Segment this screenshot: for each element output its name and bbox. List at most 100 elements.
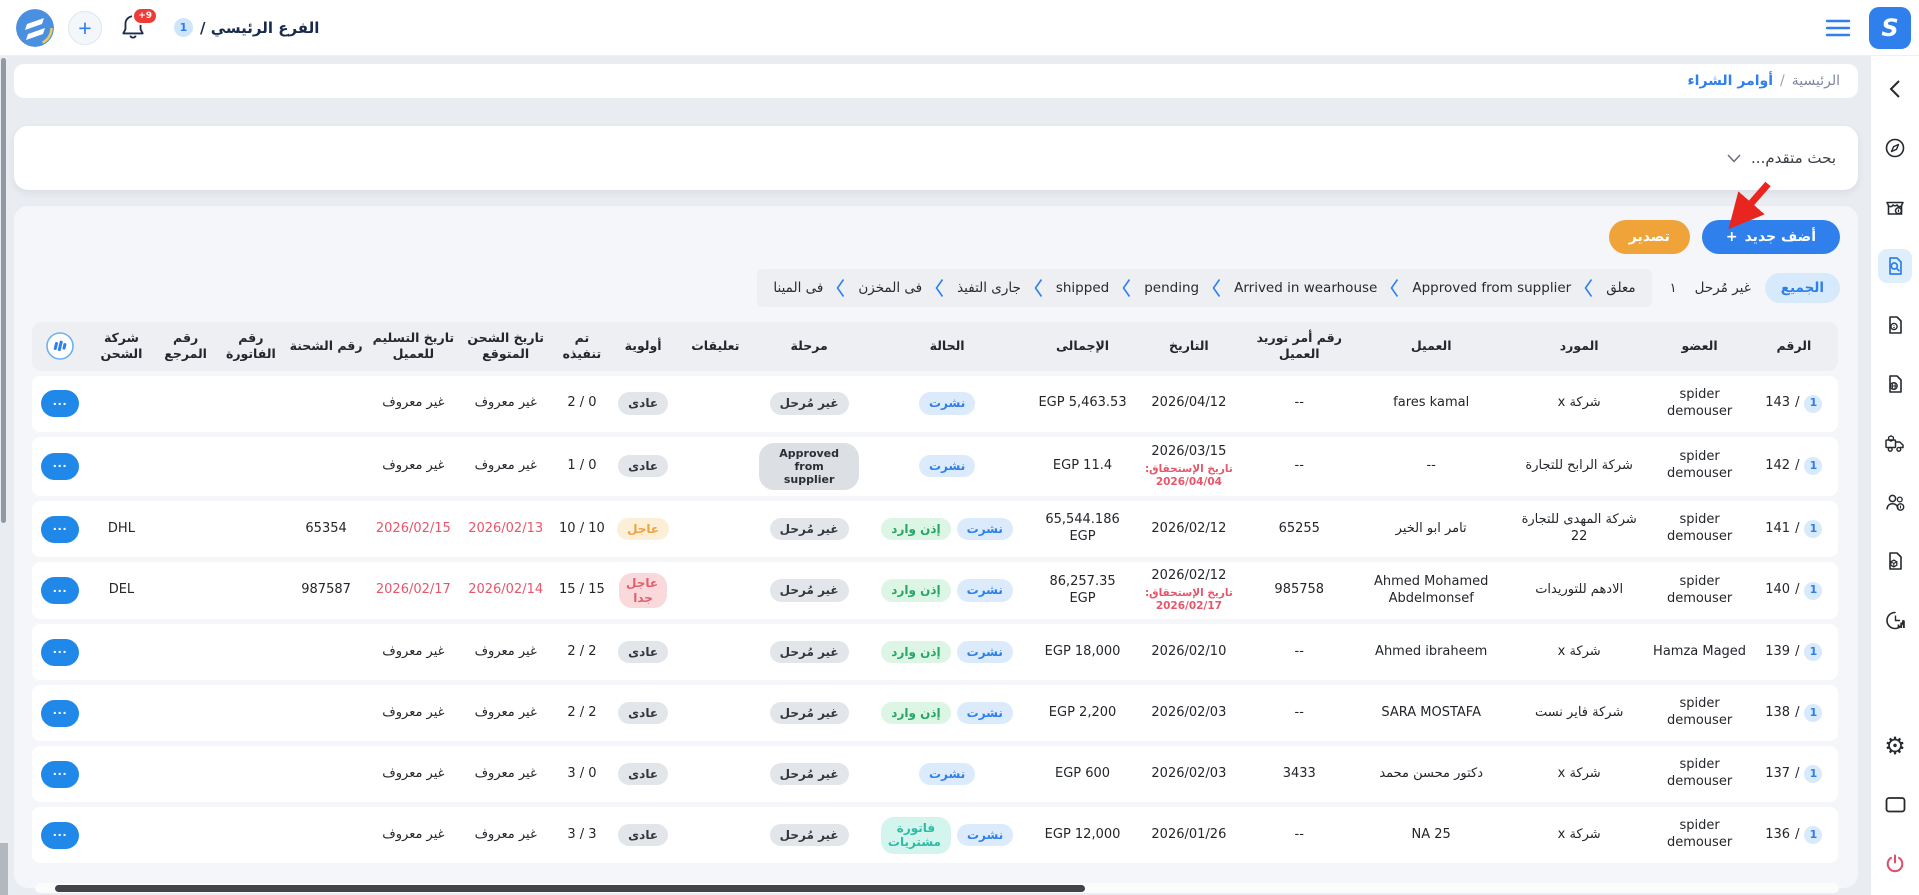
sidebar-analytics-icon[interactable] (1878, 603, 1912, 637)
cell-supplier: الادهم للتوريدات (1509, 562, 1649, 619)
brand-logo-icon[interactable] (16, 9, 54, 47)
stage-badge: غير مُرحل (770, 518, 849, 540)
row-actions-button[interactable]: ... (41, 453, 79, 480)
cell-executed: 2 / 0 (552, 376, 612, 432)
add-quick-button[interactable]: + (68, 11, 102, 45)
stage-badge: غير مُرحل (770, 641, 849, 663)
hamburger-menu-icon[interactable] (1825, 18, 1851, 38)
status-tab[interactable]: Approved from supplier (1412, 280, 1571, 296)
row-actions-button[interactable]: ... (41, 822, 79, 849)
sidebar-pos-store-icon[interactable] (1878, 190, 1912, 224)
cell-invoice-no (217, 376, 285, 432)
branch-number-badge: 1 (1804, 765, 1822, 783)
export-button[interactable]: تصدير (1609, 220, 1690, 254)
tab-unposted[interactable]: غير مُرحل (1695, 280, 1751, 296)
row-actions-button[interactable]: ... (41, 639, 79, 666)
row-actions-button[interactable]: ... (41, 577, 79, 604)
vertical-scrollbar-thumb[interactable] (1, 58, 6, 523)
status-badge: نشرت (957, 641, 1013, 663)
sidebar-shipping-truck-icon[interactable] (1878, 426, 1912, 460)
row-actions-button[interactable]: ... (41, 700, 79, 727)
column-header: الرقم (1750, 322, 1838, 371)
sidebar-settings-gear-icon[interactable]: ⚙ (1878, 729, 1912, 763)
cell-executed: 3 / 3 (552, 807, 612, 863)
status-extra-badge: إذن وارد (881, 641, 950, 663)
cell-stage: غير مُرحل (756, 746, 861, 802)
column-header: رقم المرجع (155, 322, 217, 371)
breadcrumb-home-link[interactable]: الرئيسية (1792, 73, 1840, 89)
cell-status: نشرت (862, 746, 1033, 802)
number-separator: / (1795, 827, 1799, 844)
sidebar-collapse-chevron-icon[interactable] (1878, 72, 1912, 106)
status-tab[interactable]: pending (1144, 280, 1199, 296)
column-header: الإجمالى (1032, 322, 1132, 371)
sidebar-compass-icon[interactable] (1878, 131, 1912, 165)
table-row: 142/1spider demouserشركة الرابح للتجارة-… (32, 437, 1838, 497)
sidebar-document-package-icon[interactable] (1878, 544, 1912, 578)
cell-date: 2026/02/12تاريخ الإستحقاق:2026/02/17 (1133, 562, 1245, 619)
advanced-search-bar[interactable]: بحث متقدم... (14, 126, 1858, 190)
executed-count: 10 / 10 (559, 521, 605, 536)
right-sidebar: ⚙ (1871, 56, 1919, 895)
chevron-down-icon (1727, 154, 1741, 163)
sidebar-power-icon[interactable] (1878, 847, 1912, 881)
tab-all[interactable]: الجميع (1765, 273, 1840, 303)
order-date: 2026/03/15 (1136, 444, 1242, 461)
cell-actions: ... (32, 376, 88, 432)
cell-supplier: شركة فاير نست (1509, 685, 1649, 741)
cell-executed: 3 / 0 (552, 746, 612, 802)
column-settings-header[interactable] (32, 322, 88, 371)
stage-badge: غير مُرحل (770, 392, 849, 414)
cell-stage: Approved from supplier (756, 437, 861, 497)
cell-client: -- (1353, 437, 1509, 497)
filter-tabs-row: الجميع غير مُرحل ١ معلقApproved from sup… (32, 269, 1840, 307)
status-tab[interactable]: shipped (1056, 280, 1109, 296)
status-tab[interactable]: فى المخزن (858, 280, 922, 296)
branch-selector[interactable]: 1 الفرع الرئيسي / (174, 18, 319, 37)
app-logo[interactable]: S (1869, 7, 1911, 49)
status-tab[interactable]: معلق (1606, 280, 1635, 296)
topbar-left-cluster: + +9 1 الفرع الرئيسي / (16, 9, 319, 47)
cell-client-order-no: 985758 (1245, 562, 1353, 619)
sidebar-document-info-icon[interactable] (1878, 308, 1912, 342)
cell-invoice-no (217, 501, 285, 557)
sidebar-document-globe-icon[interactable] (1878, 367, 1912, 401)
branch-name-label: الفرع الرئيسي / (200, 19, 319, 37)
add-new-button[interactable]: أضف جديد + (1702, 220, 1840, 254)
cell-total: EGP 600 (1032, 746, 1132, 802)
row-actions-button[interactable]: ... (41, 761, 79, 788)
cell-total: EGP 2,200 (1032, 685, 1132, 741)
cell-invoice-no (217, 746, 285, 802)
orders-table-wrap: الرقمالعضوالموردالعميلرقم أمر توريد العم… (32, 317, 1840, 868)
number-separator: / (1795, 644, 1799, 661)
orders-panel: أضف جديد + تصدير الجميع غير مُرحل ١ معلق… (14, 206, 1858, 888)
sidebar-purchase-orders-icon[interactable] (1878, 249, 1912, 283)
topbar-right-cluster: S (1825, 7, 1911, 49)
horizontal-scrollbar-thumb[interactable] (55, 885, 1085, 892)
status-badge: نشرت (919, 392, 975, 414)
stage-badge: Approved from supplier (759, 443, 858, 491)
table-header-row: الرقمالعضوالموردالعميلرقم أمر توريد العم… (32, 322, 1838, 371)
cell-shipping-company (88, 685, 154, 741)
status-tab[interactable]: جارى التفيذ (957, 280, 1021, 296)
row-actions-button[interactable]: ... (41, 516, 79, 543)
status-tab[interactable]: فى المينا (773, 280, 823, 296)
sidebar-window-icon[interactable] (1878, 788, 1912, 822)
cell-number: 141/1 (1750, 501, 1838, 557)
order-date: 2026/02/03 (1136, 705, 1242, 722)
priority-badge: عادى (618, 824, 668, 846)
status-tab[interactable]: Arrived in wearhouse (1234, 280, 1377, 296)
status-badge: نشرت (957, 518, 1013, 540)
order-total: EGP 11.4 (1053, 458, 1112, 473)
chevron-left-icon (1122, 278, 1131, 298)
notifications-button[interactable]: +9 (120, 13, 150, 43)
stage-badge: غير مُرحل (770, 824, 849, 846)
sidebar-customers-icon[interactable] (1878, 485, 1912, 519)
cell-total: EGP 5,463.53 (1032, 376, 1132, 432)
priority-badge: عادى (618, 455, 668, 477)
cell-member: spider demouser (1649, 685, 1749, 741)
columns-filter-icon (45, 331, 75, 361)
row-actions-button[interactable]: ... (41, 390, 79, 417)
stage-badge: غير مُرحل (770, 579, 849, 601)
cell-supplier: شركة x (1509, 746, 1649, 802)
